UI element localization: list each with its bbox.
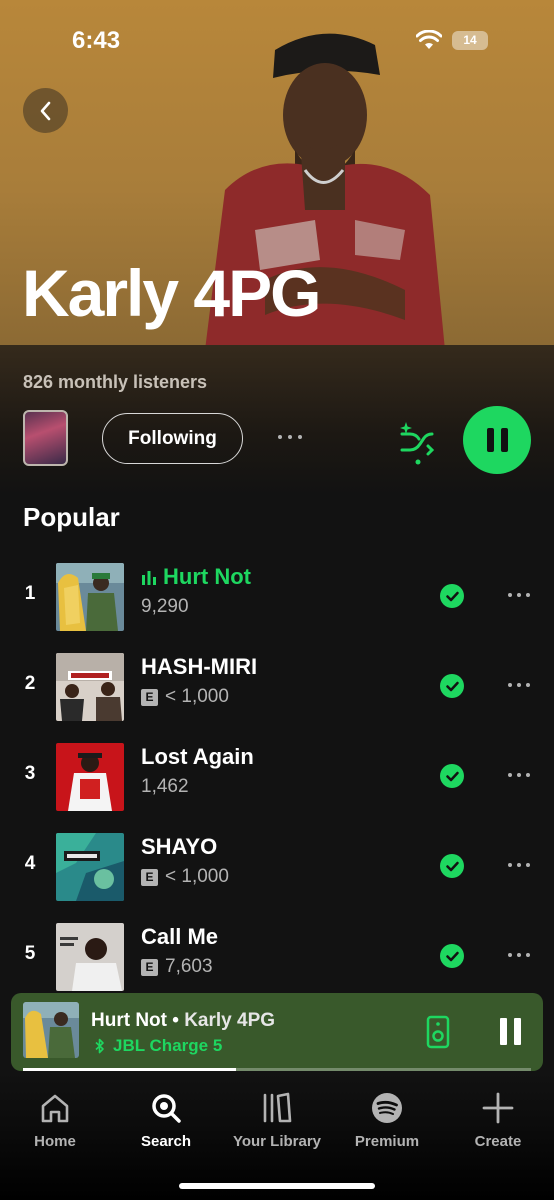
track-plays: E < 1,000 [141, 866, 229, 888]
track-more-button[interactable] [508, 773, 530, 777]
downloaded-check-icon [440, 944, 464, 968]
track-title: Call Me [141, 924, 219, 949]
nav-premium[interactable]: Premium [332, 1091, 442, 1150]
explicit-badge: E [141, 868, 158, 886]
track-artwork [56, 653, 124, 721]
track-plays: E < 1,000 [141, 686, 229, 708]
track-row[interactable]: 5 Call Me E 7,603 [0, 921, 554, 993]
following-button[interactable]: Following [102, 413, 243, 464]
equalizer-icon [142, 571, 156, 585]
battery-level: 14 [463, 33, 477, 47]
track-title: Lost Again [141, 744, 254, 769]
smart-shuffle-icon[interactable] [398, 420, 438, 466]
popular-heading: Popular [23, 502, 120, 532]
track-title: SHAYO [141, 834, 218, 859]
mini-pause-button[interactable] [500, 1018, 521, 1045]
now-playing-title: Hurt Not • Karly 4PG [91, 1010, 276, 1031]
wifi-icon [416, 30, 442, 49]
monthly-listeners: 826 monthly listeners [23, 372, 208, 392]
more-options-button[interactable] [278, 425, 312, 449]
track-title: HASH-MIRI [141, 654, 258, 679]
track-row[interactable]: 4 SHAYO E < 1,000 [0, 831, 554, 903]
downloaded-check-icon [440, 854, 464, 878]
artist-actions: 826 monthly listeners Following [0, 345, 554, 495]
track-rank: 4 [24, 853, 36, 874]
nav-create[interactable]: Create [443, 1091, 553, 1150]
track-more-button[interactable] [508, 683, 530, 687]
track-row[interactable]: 2 HASH-MIRI E < 1,000 [0, 651, 554, 723]
track-row[interactable]: 3 Lost Again 1,462 [0, 741, 554, 813]
track-rank: 5 [24, 943, 36, 964]
now-playing-artwork [23, 1002, 79, 1058]
explicit-badge: E [141, 688, 158, 706]
preview-thumbnail[interactable] [23, 410, 68, 466]
track-plays: E 7,603 [141, 956, 213, 978]
chevron-left-icon [40, 101, 50, 120]
nav-home[interactable]: Home [0, 1091, 110, 1150]
status-bar: 6:43 14 [0, 0, 554, 80]
home-icon [41, 1094, 69, 1123]
status-time: 6:43 [72, 27, 121, 54]
track-row[interactable]: 1 Hurt Not 9,290 [0, 561, 554, 633]
track-more-button[interactable] [508, 593, 530, 597]
nav-search[interactable]: Search [111, 1091, 221, 1150]
track-title: Hurt Not [141, 564, 251, 590]
search-icon [152, 1094, 181, 1123]
speaker-icon[interactable] [426, 1015, 450, 1049]
track-artwork [56, 563, 124, 631]
now-playing-artist: Karly 4PG [184, 1010, 276, 1031]
downloaded-check-icon [440, 764, 464, 788]
downloaded-check-icon [440, 584, 464, 608]
artist-header: 6:43 14 Karly 4PG [0, 0, 554, 345]
pause-button[interactable] [463, 406, 531, 474]
back-button[interactable] [23, 88, 68, 133]
artist-name: Karly 4PG [22, 256, 321, 330]
spotify-icon [372, 1093, 402, 1123]
track-rank: 1 [24, 583, 36, 604]
track-rank: 3 [24, 763, 36, 784]
device-name: JBL Charge 5 [113, 1036, 223, 1055]
track-more-button[interactable] [508, 953, 530, 957]
explicit-badge: E [141, 958, 158, 976]
track-artwork [56, 833, 124, 901]
track-artwork [56, 923, 124, 991]
track-plays: 1,462 [141, 776, 189, 797]
home-indicator [179, 1183, 375, 1189]
library-icon [263, 1092, 292, 1123]
track-rank: 2 [24, 673, 36, 694]
nav-library[interactable]: Your Library [222, 1091, 332, 1150]
battery-indicator: 14 [452, 31, 488, 50]
track-artwork [56, 743, 124, 811]
mini-player[interactable]: Hurt Not • Karly 4PG JBL Charge 5 [11, 993, 543, 1071]
bottom-navigation: Home Search Your Library Premium Create [0, 1071, 554, 1200]
downloaded-check-icon [440, 674, 464, 698]
connected-device: JBL Charge 5 [95, 1036, 222, 1056]
track-more-button[interactable] [508, 863, 530, 867]
bluetooth-icon [95, 1038, 104, 1054]
plus-icon [482, 1092, 514, 1124]
track-plays: 9,290 [141, 596, 189, 617]
